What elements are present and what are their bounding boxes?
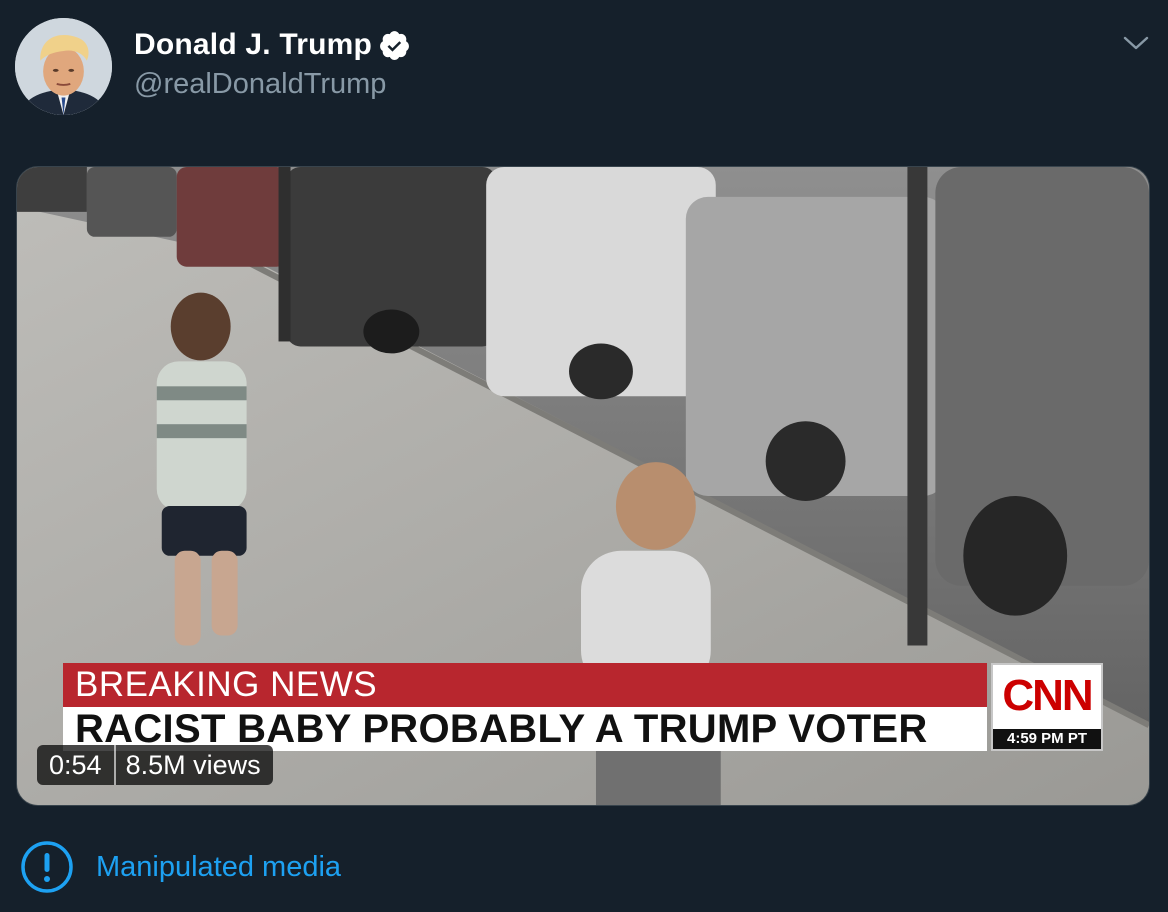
view-count: 8.5M views bbox=[125, 750, 261, 780]
verified-badge-icon bbox=[378, 29, 411, 62]
network-logo: CNN bbox=[1002, 671, 1093, 720]
user-handle[interactable]: @realDonaldTrump bbox=[134, 68, 386, 101]
manipulated-media-link[interactable]: Manipulated media bbox=[96, 851, 341, 884]
chyron-headline: BREAKING NEWS bbox=[63, 663, 987, 707]
video-player[interactable]: BREAKING NEWS RACIST BABY PROBABLY A TRU… bbox=[16, 166, 1150, 806]
display-name[interactable]: Donald J. Trump bbox=[134, 28, 372, 62]
network-bug: CNN 4:59 PM PT bbox=[991, 663, 1103, 751]
avatar-portrait bbox=[15, 18, 112, 115]
news-chyron: BREAKING NEWS RACIST BABY PROBABLY A TRU… bbox=[63, 663, 1107, 753]
exclamation-circle-icon bbox=[20, 840, 74, 894]
chevron-down-icon[interactable] bbox=[1122, 32, 1150, 54]
video-duration: 0:54 bbox=[37, 745, 116, 785]
video-meta-badge: 0:54 8.5M views bbox=[37, 745, 273, 785]
network-time: 4:59 PM PT bbox=[993, 729, 1101, 749]
name-row: Donald J. Trump bbox=[134, 28, 411, 62]
tweet-card: Donald J. Trump @realDonaldTrump BREAKIN… bbox=[0, 0, 1168, 912]
avatar[interactable] bbox=[15, 18, 112, 115]
manipulated-media-notice[interactable]: Manipulated media bbox=[20, 840, 341, 894]
